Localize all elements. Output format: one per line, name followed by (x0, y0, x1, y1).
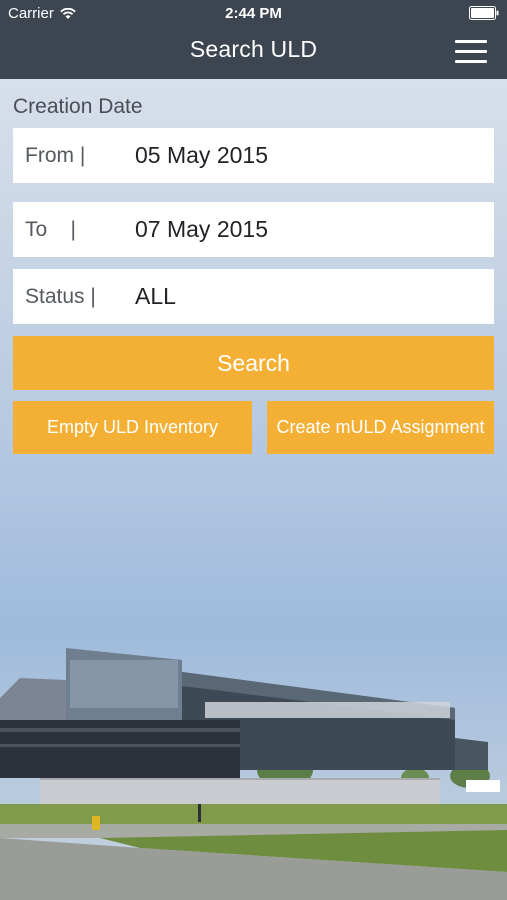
hamburger-menu-icon[interactable] (455, 38, 487, 66)
from-label: From | (25, 143, 86, 167)
to-date-field[interactable]: To | 07 May 2015 (13, 202, 494, 257)
creation-date-label: Creation Date (13, 95, 143, 118)
to-label: To | (25, 217, 76, 241)
battery-icon (469, 6, 499, 20)
create-muld-assignment-button[interactable]: Create mULD Assignment (267, 401, 494, 454)
status-label: Status | (25, 284, 96, 308)
empty-uld-inventory-button[interactable]: Empty ULD Inventory (13, 401, 252, 454)
status-value[interactable]: ALL (135, 283, 176, 310)
app-header: Carrier 2:44 PM Search ULD (0, 0, 507, 79)
page-title: Search ULD (189, 36, 318, 62)
status-time: 2:44 PM (225, 5, 282, 22)
from-date-value[interactable]: 05 May 2015 (135, 142, 268, 169)
from-date-field[interactable]: From | 05 May 2015 (13, 128, 494, 183)
terminal-building-image (0, 648, 507, 900)
to-date-value[interactable]: 07 May 2015 (135, 216, 268, 243)
status-bar: Carrier 2:44 PM (0, 0, 507, 28)
status-field[interactable]: Status | ALL (13, 269, 494, 324)
search-button[interactable]: Search (13, 336, 494, 390)
